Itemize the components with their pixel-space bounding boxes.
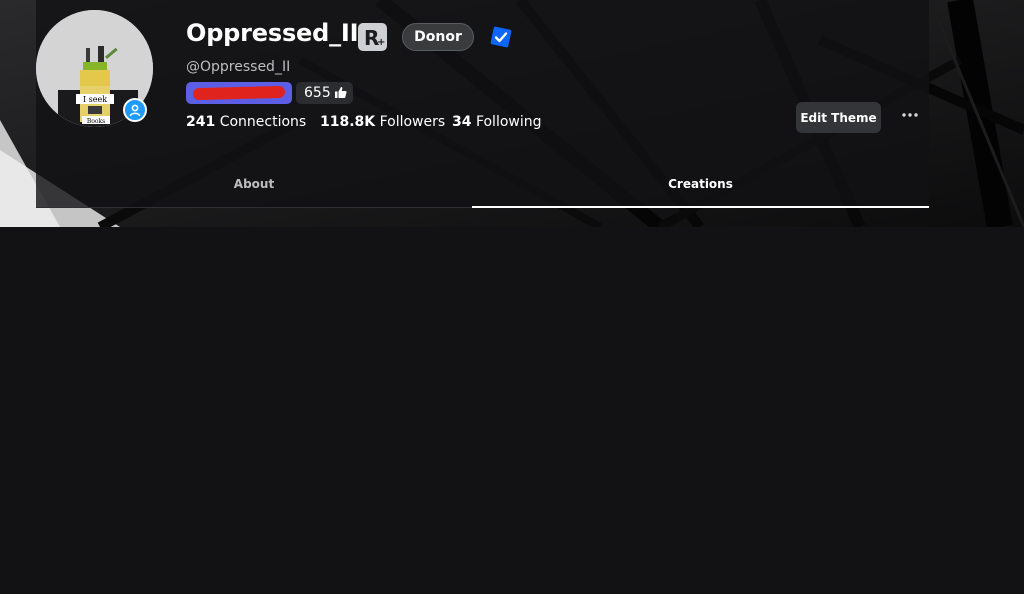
- edit-theme-button[interactable]: Edit Theme: [796, 102, 881, 133]
- profile-tabs: About Creations: [36, 170, 929, 209]
- svg-text:+: +: [377, 37, 385, 48]
- donor-badge: Donor: [402, 23, 474, 51]
- tab-creations[interactable]: Creations: [472, 170, 929, 209]
- tab-about[interactable]: About: [36, 170, 472, 209]
- active-tab-indicator: [472, 206, 929, 208]
- thumbs-up-icon: [335, 87, 347, 98]
- tab-divider: [36, 207, 472, 208]
- likes-count: 655: [304, 85, 331, 101]
- likes-badge: 655: [296, 82, 353, 104]
- premium-r-icon: R +: [358, 23, 387, 51]
- username: @Oppressed_II: [186, 59, 291, 75]
- display-name: Oppressed_II: [186, 19, 359, 47]
- redaction-mark: [192, 85, 286, 101]
- following-stat[interactable]: 34 Following: [452, 114, 542, 130]
- group-badge-redacted[interactable]: [186, 82, 292, 104]
- connections-stat[interactable]: 241 Connections: [186, 114, 306, 130]
- svg-text:I seek: I seek: [83, 95, 107, 104]
- followers-stat[interactable]: 118.8K Followers: [320, 114, 445, 130]
- svg-text:Books: Books: [87, 118, 105, 125]
- verified-check-icon: [490, 26, 512, 48]
- online-user-icon: [123, 98, 147, 122]
- more-options-icon[interactable]: [900, 107, 920, 123]
